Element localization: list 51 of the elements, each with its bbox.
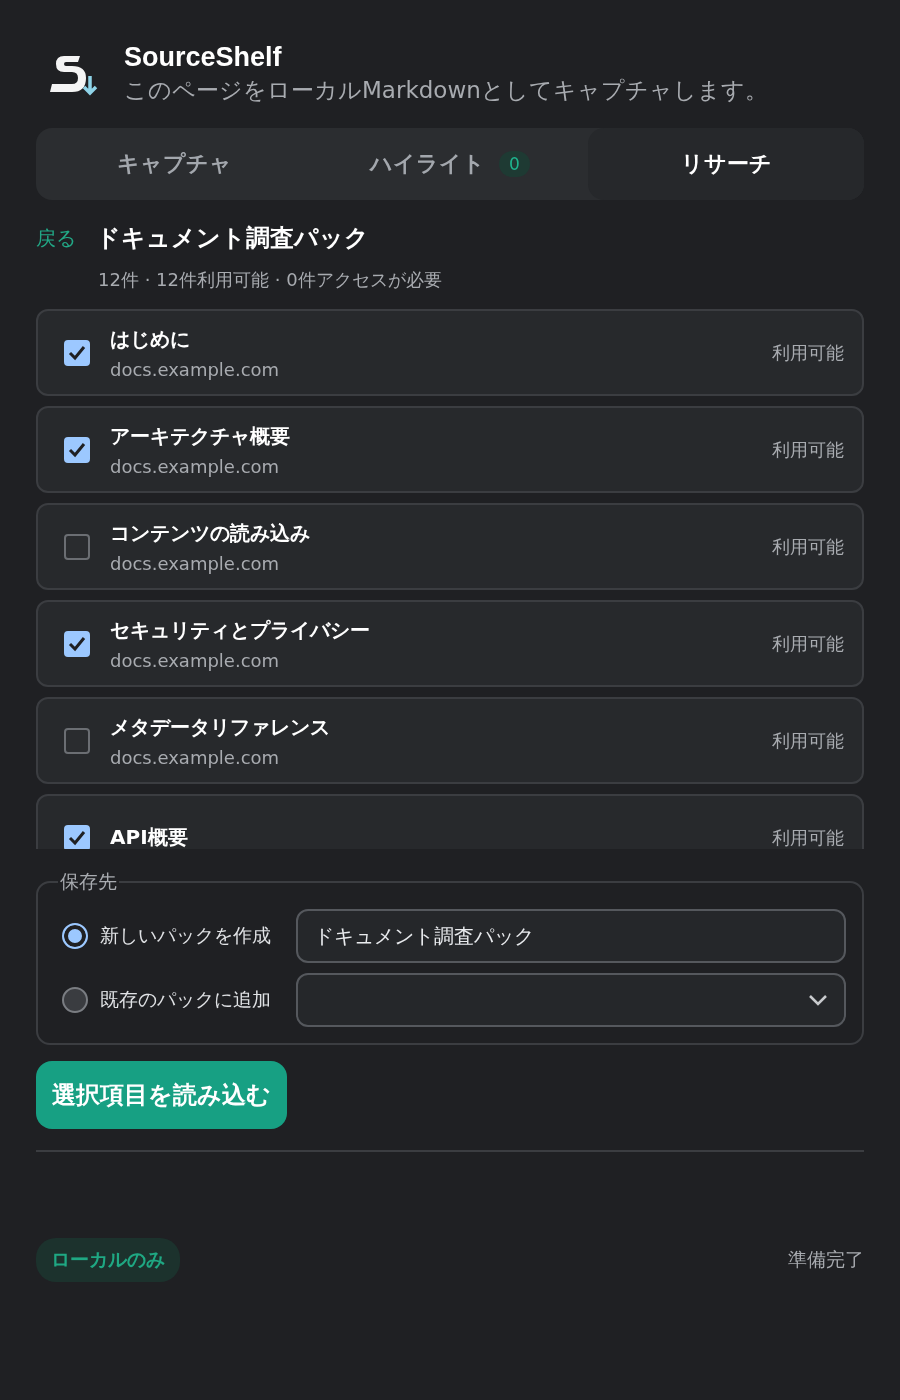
source-item[interactable]: はじめに docs.example.com 利用可能: [36, 309, 864, 396]
checkbox[interactable]: [64, 727, 90, 754]
item-url: docs.example.com: [110, 358, 281, 380]
checkbox[interactable]: [64, 436, 90, 463]
radio-button[interactable]: [62, 923, 88, 949]
item-title: はじめに: [110, 325, 191, 353]
checkmark-icon: [68, 344, 86, 361]
item-status: 利用可能: [772, 437, 844, 462]
app-subtitle: このページをローカルMarkdownとしてキャプチャします。: [124, 76, 768, 105]
checkmark-icon: [68, 635, 86, 652]
source-item[interactable]: アーキテクチャ概要 docs.example.com 利用可能: [36, 406, 864, 493]
source-item[interactable]: API概要 利用可能: [36, 794, 864, 849]
item-url: docs.example.com: [110, 746, 281, 768]
tab[interactable]: キャプチャ: [36, 128, 312, 200]
radio-label: 既存のパックに追加: [100, 987, 271, 1012]
item-url: docs.example.com: [110, 552, 281, 574]
item-url: docs.example.com: [110, 455, 281, 477]
source-item[interactable]: セキュリティとプライバシー docs.example.com 利用可能: [36, 600, 864, 687]
app-title: SourceShelf: [124, 42, 283, 73]
item-title: コンテンツの読み込み: [110, 519, 311, 547]
source-item[interactable]: コンテンツの読み込み docs.example.com 利用可能: [36, 503, 864, 590]
source-item[interactable]: メタデータリファレンス docs.example.com 利用可能: [36, 697, 864, 784]
pack-summary: 12件 · 12件利用可能 · 0件アクセスが必要: [98, 268, 443, 292]
chevron-down-icon: [808, 994, 828, 1006]
item-title: メタデータリファレンス: [110, 713, 331, 741]
local-only-badge: ローカルのみ: [36, 1238, 180, 1282]
pack-title: ドキュメント調査パック: [96, 223, 369, 254]
checkmark-icon: [68, 829, 86, 846]
item-status: 利用可能: [772, 631, 844, 656]
item-title: セキュリティとプライバシー: [110, 616, 371, 644]
checkbox[interactable]: [64, 630, 90, 657]
back-link[interactable]: 戻る: [36, 224, 76, 252]
item-status: 利用可能: [772, 728, 844, 753]
pack-name-field[interactable]: ドキュメント調査パック: [296, 909, 846, 963]
count-badge: 0: [499, 151, 530, 177]
item-status: 利用可能: [772, 825, 844, 849]
item-title: アーキテクチャ概要: [110, 422, 291, 450]
item-status: 利用可能: [772, 534, 844, 559]
checkbox[interactable]: [64, 824, 90, 849]
tab[interactable]: リサーチ: [588, 128, 864, 200]
radio-label: 新しいパックを作成: [100, 923, 271, 948]
destination-legend: 保存先: [58, 869, 119, 895]
item-status: 利用可能: [772, 340, 844, 365]
checkbox[interactable]: [64, 533, 90, 560]
status-text: 準備完了: [788, 1247, 864, 1272]
checkmark-icon: [68, 441, 86, 458]
checkbox[interactable]: [64, 339, 90, 366]
radio-button[interactable]: [62, 987, 88, 1013]
item-title: API概要: [110, 824, 189, 849]
tab[interactable]: ハイライト 0: [312, 128, 588, 200]
item-url: docs.example.com: [110, 649, 281, 671]
